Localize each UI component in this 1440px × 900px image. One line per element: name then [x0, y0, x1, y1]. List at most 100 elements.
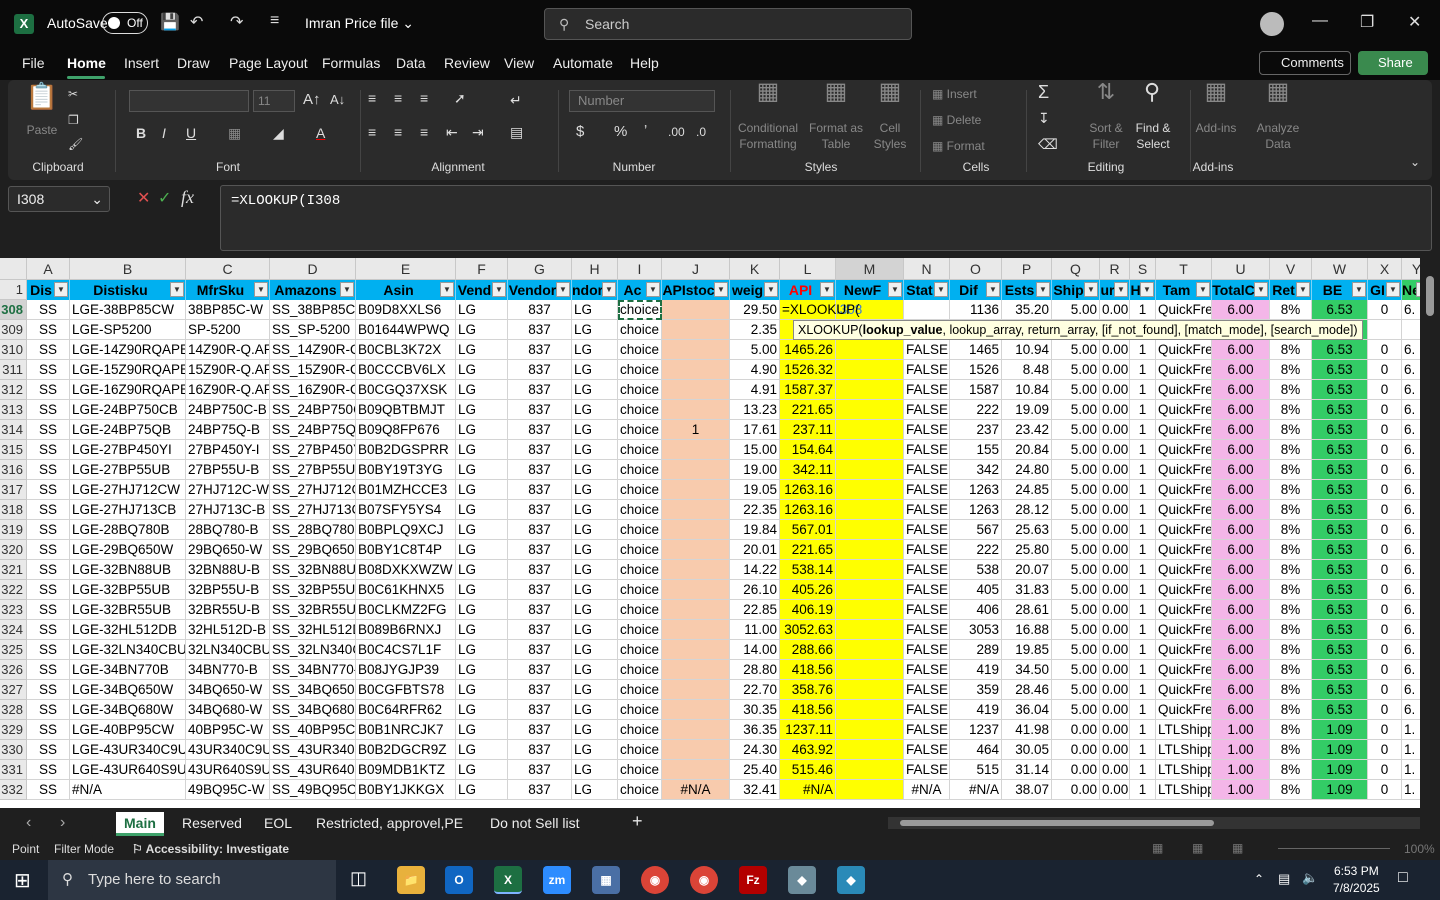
- cell[interactable]: 6.53: [1312, 420, 1368, 440]
- cell[interactable]: 8%: [1270, 780, 1312, 800]
- cell[interactable]: LGE-15Z90RQAPB7: [70, 360, 186, 380]
- tab-automate[interactable]: Automate: [553, 55, 613, 71]
- format-painter-icon[interactable]: 🖌: [68, 136, 83, 152]
- cell[interactable]: 0: [1368, 760, 1402, 780]
- cell[interactable]: 418.56: [780, 660, 836, 680]
- sort-filter-icon[interactable]: ⇅: [1088, 81, 1124, 103]
- cell[interactable]: choice: [618, 340, 662, 360]
- conditional-formatting-icon[interactable]: ▦: [750, 80, 786, 104]
- cell[interactable]: QuickFre: [1156, 540, 1212, 560]
- cell[interactable]: 8%: [1270, 640, 1312, 660]
- cell[interactable]: LG: [456, 740, 508, 760]
- cell[interactable]: FALSE: [904, 520, 950, 540]
- cell[interactable]: 30.35: [730, 700, 780, 720]
- autosum-icon[interactable]: Σ: [1038, 83, 1049, 101]
- formula-input[interactable]: =XLOOKUP(I308: [220, 185, 1432, 251]
- column-header-m[interactable]: M: [836, 258, 904, 280]
- close-icon[interactable]: ✕: [1408, 12, 1421, 32]
- cell[interactable]: 1.00: [1212, 760, 1270, 780]
- filezilla-icon[interactable]: Fz: [739, 866, 767, 894]
- cell[interactable]: [836, 400, 904, 420]
- cell[interactable]: 43UR340C9U: [186, 740, 270, 760]
- cell[interactable]: 0.00: [1100, 400, 1130, 420]
- cell[interactable]: LGE-32LN340CBUD: [70, 640, 186, 660]
- cell[interactable]: 418.56: [780, 700, 836, 720]
- add-sheet-button[interactable]: +: [632, 811, 643, 832]
- page-layout-icon[interactable]: ▦: [1192, 841, 1203, 855]
- cell[interactable]: 1: [1130, 380, 1156, 400]
- cell[interactable]: 19.05: [730, 480, 780, 500]
- cell[interactable]: 6.00: [1212, 500, 1270, 520]
- column-header-v[interactable]: V: [1270, 258, 1312, 280]
- cell[interactable]: choice: [618, 420, 662, 440]
- cell[interactable]: 0: [1368, 680, 1402, 700]
- cell[interactable]: 6.00: [1212, 420, 1270, 440]
- cell[interactable]: B0CLKMZ2FG: [356, 600, 456, 620]
- cell[interactable]: 8%: [1270, 600, 1312, 620]
- cell[interactable]: 0.00: [1100, 380, 1130, 400]
- share-button[interactable]: Share: [1358, 51, 1428, 75]
- cell[interactable]: LGE-34BQ680W: [70, 700, 186, 720]
- cell[interactable]: 6.00: [1212, 700, 1270, 720]
- cell[interactable]: 1.09: [1312, 780, 1368, 800]
- cell[interactable]: 6.00: [1212, 540, 1270, 560]
- row-header[interactable]: 311: [0, 360, 27, 380]
- cell[interactable]: 1263: [950, 480, 1002, 500]
- cell[interactable]: SS_15Z90R-Q.: [270, 360, 356, 380]
- cell[interactable]: 837: [508, 600, 572, 620]
- cell[interactable]: SS_38BP85C-V: [270, 300, 356, 320]
- cell[interactable]: 8%: [1270, 520, 1312, 540]
- cell[interactable]: SS_32HL512D: [270, 620, 356, 640]
- cell[interactable]: 837: [508, 580, 572, 600]
- cell[interactable]: 1: [1130, 520, 1156, 540]
- cell[interactable]: FALSE: [904, 440, 950, 460]
- cell[interactable]: [904, 300, 950, 320]
- normal-view-icon[interactable]: ▦: [1152, 841, 1163, 855]
- cell[interactable]: B0B2DGSPRR: [356, 440, 456, 460]
- cell[interactable]: 1587.37: [780, 380, 836, 400]
- cell[interactable]: 5.00: [1052, 340, 1100, 360]
- cell[interactable]: 0: [1368, 620, 1402, 640]
- cell[interactable]: LGE-24BP750CB: [70, 400, 186, 420]
- tab-formulas[interactable]: Formulas: [322, 55, 380, 71]
- column-header-i[interactable]: I: [618, 258, 662, 280]
- zoom-slider[interactable]: [1278, 848, 1390, 849]
- cell[interactable]: SS_24BP750C: [270, 400, 356, 420]
- row-header[interactable]: 328: [0, 700, 27, 720]
- cell[interactable]: 1: [1130, 780, 1156, 800]
- cell[interactable]: SS_SP-5200: [270, 320, 356, 340]
- percent-icon[interactable]: %: [614, 124, 627, 140]
- cell[interactable]: 1: [1130, 680, 1156, 700]
- cell[interactable]: B01MZHCCE3: [356, 480, 456, 500]
- format-as-table-icon[interactable]: ▦: [818, 80, 854, 104]
- cell[interactable]: SS: [27, 760, 70, 780]
- cell[interactable]: [662, 560, 730, 580]
- cell[interactable]: 1: [1130, 740, 1156, 760]
- cell[interactable]: 25.80: [1002, 540, 1052, 560]
- cell[interactable]: 36.04: [1002, 700, 1052, 720]
- cell[interactable]: LGE-14Z90RQAPB7: [70, 340, 186, 360]
- cell[interactable]: #N/A: [950, 780, 1002, 800]
- cell[interactable]: 0: [1368, 660, 1402, 680]
- cell[interactable]: 0.00: [1100, 480, 1130, 500]
- tab-help[interactable]: Help: [630, 55, 659, 71]
- cell[interactable]: QuickFre: [1156, 620, 1212, 640]
- align-middle-icon[interactable]: ≡: [394, 90, 402, 106]
- cell[interactable]: choice: [618, 620, 662, 640]
- cell[interactable]: 0.00: [1100, 460, 1130, 480]
- cell[interactable]: 5.00: [1052, 600, 1100, 620]
- cell[interactable]: 0.00: [1100, 660, 1130, 680]
- cell[interactable]: SS: [27, 480, 70, 500]
- cell[interactable]: choice: [618, 440, 662, 460]
- cell[interactable]: 0: [1368, 380, 1402, 400]
- filter-dropdown-icon[interactable]: ▼: [492, 282, 506, 297]
- cell[interactable]: SS: [27, 360, 70, 380]
- filter-dropdown-icon[interactable]: ▼: [1084, 282, 1098, 297]
- column-header-s[interactable]: S: [1130, 258, 1156, 280]
- cell[interactable]: LGE-34BN770B: [70, 660, 186, 680]
- cell[interactable]: 5.00: [1052, 700, 1100, 720]
- cell[interactable]: [836, 580, 904, 600]
- insert-cells-button[interactable]: ▦ Insert: [932, 86, 977, 102]
- filter-dropdown-icon[interactable]: ▼: [602, 282, 616, 297]
- cell[interactable]: LTLShipp: [1156, 740, 1212, 760]
